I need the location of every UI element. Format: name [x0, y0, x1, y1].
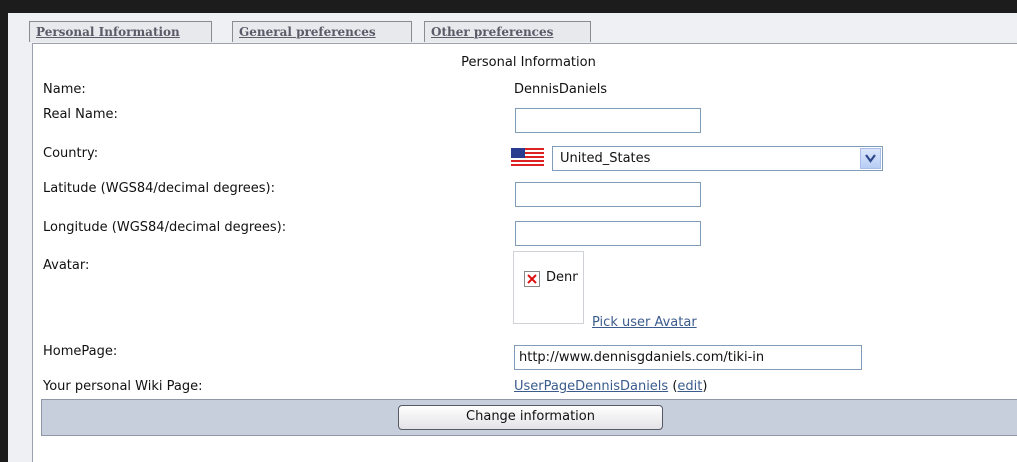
wiki-page-links: UserPageDennisDaniels (edit) — [514, 379, 707, 394]
tab-bar: Personal Information General preferences… — [8, 13, 1017, 43]
pick-avatar-link[interactable]: Pick user Avatar — [592, 315, 697, 330]
tab-other-preferences[interactable]: Other preferences — [424, 21, 591, 42]
longitude-label: Longitude (WGS84/decimal degrees): — [43, 220, 287, 235]
section-title: Personal Information — [461, 55, 596, 70]
personal-information-form: Personal Information Name: DennisDaniels… — [32, 43, 1017, 462]
avatar-image[interactable]: Dennis — [513, 251, 584, 324]
us-flag-icon — [511, 148, 544, 166]
avatar-label: Avatar: — [43, 258, 90, 273]
close-paren: ) — [702, 379, 708, 394]
homepage-input[interactable] — [514, 345, 862, 370]
preferences-panel: Personal Information General preferences… — [8, 13, 1017, 462]
change-information-button[interactable]: Change information — [398, 405, 663, 430]
homepage-label: HomePage: — [43, 344, 118, 359]
tab-personal-information[interactable]: Personal Information — [29, 21, 212, 42]
real-name-input[interactable] — [515, 108, 701, 133]
name-label: Name: — [43, 82, 86, 97]
avatar-alt-text: Dennis — [546, 270, 578, 285]
edit-wiki-link[interactable]: edit — [677, 379, 702, 394]
country-selected-value: United_States — [560, 151, 651, 166]
submit-bar: Change information — [41, 399, 1017, 436]
name-value: DennisDaniels — [514, 82, 608, 97]
broken-image-icon — [524, 271, 540, 287]
latitude-label: Latitude (WGS84/decimal degrees): — [43, 181, 275, 196]
wiki-page-label: Your personal Wiki Page: — [43, 379, 203, 394]
real-name-label: Real Name: — [43, 107, 118, 122]
country-label: Country: — [43, 146, 99, 161]
latitude-input[interactable] — [515, 182, 701, 207]
wiki-page-link[interactable]: UserPageDennisDaniels — [514, 379, 668, 394]
chevron-down-icon[interactable] — [860, 148, 881, 169]
country-select[interactable]: United_States — [552, 146, 883, 171]
tab-general-preferences[interactable]: General preferences — [232, 21, 412, 42]
longitude-input[interactable] — [515, 221, 701, 246]
